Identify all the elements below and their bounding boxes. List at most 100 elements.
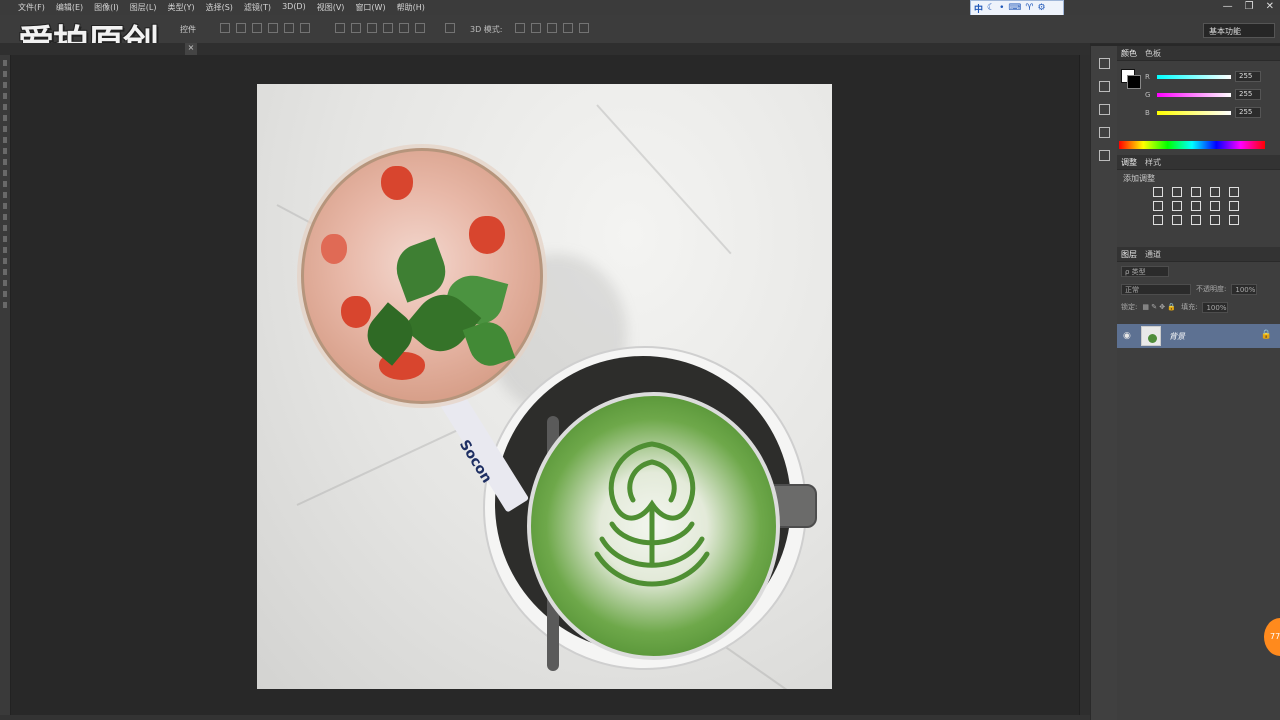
actions-panel-icon[interactable]	[1099, 81, 1110, 92]
eraser-tool-icon[interactable]	[3, 170, 7, 176]
quick-mask-icon[interactable]	[3, 302, 7, 308]
roll-3d-icon[interactable]	[531, 23, 541, 33]
fill-field[interactable]: 100%	[1202, 301, 1229, 313]
bg-color-icon[interactable]	[3, 291, 7, 297]
history-brush-icon[interactable]	[3, 159, 7, 165]
levels-icon[interactable]	[1172, 187, 1182, 197]
info-panel-icon[interactable]	[1099, 127, 1110, 138]
menu-filter[interactable]: 滤镜(T)	[244, 2, 271, 13]
blue-value-field[interactable]: 255	[1235, 107, 1261, 118]
moon-icon[interactable]: ☾	[987, 3, 995, 13]
threshold-icon[interactable]	[1191, 215, 1201, 225]
brush-tool-icon[interactable]	[3, 137, 7, 143]
menu-type[interactable]: 类型(Y)	[167, 2, 194, 13]
green-slider[interactable]	[1157, 93, 1231, 97]
distribute-left-icon[interactable]	[383, 23, 393, 33]
menu-edit[interactable]: 编辑(E)	[56, 2, 83, 13]
color-spectrum-bar[interactable]	[1119, 141, 1265, 149]
vibrance-icon[interactable]	[1229, 187, 1239, 197]
vertical-scrollbar[interactable]	[1079, 55, 1090, 720]
exposure-icon[interactable]	[1210, 187, 1220, 197]
tab-swatches[interactable]: 色板	[1145, 48, 1161, 59]
background-color-swatch[interactable]	[1127, 75, 1141, 89]
align-top-icon[interactable]	[220, 23, 230, 33]
scale-3d-icon[interactable]	[579, 23, 589, 33]
properties-panel-icon[interactable]	[1099, 104, 1110, 115]
type-tool-icon[interactable]	[3, 225, 7, 231]
red-slider[interactable]	[1157, 75, 1231, 79]
invert-icon[interactable]	[1153, 215, 1163, 225]
gradient-map-icon[interactable]	[1210, 215, 1220, 225]
auto-select-label[interactable]: 控件	[180, 24, 196, 35]
auto-align-icon[interactable]	[445, 23, 455, 33]
menu-image[interactable]: 图像(I)	[94, 2, 119, 13]
fg-color-icon[interactable]	[3, 280, 7, 286]
align-vcenter-icon[interactable]	[236, 23, 246, 33]
tab-channels[interactable]: 通道	[1145, 249, 1161, 260]
align-hcenter-icon[interactable]	[284, 23, 294, 33]
minimize-button[interactable]: —	[1223, 1, 1233, 12]
color-balance-icon[interactable]	[1172, 201, 1182, 211]
hand-tool-icon[interactable]	[3, 258, 7, 264]
tab-close-icon[interactable]: ×	[185, 43, 197, 55]
lasso-tool-icon[interactable]	[3, 82, 7, 88]
layer-filter-select[interactable]: ρ 类型	[1121, 265, 1169, 277]
stamp-tool-icon[interactable]	[3, 148, 7, 154]
restore-button[interactable]: ❐	[1245, 1, 1254, 12]
brightness-icon[interactable]	[1153, 187, 1163, 197]
close-button[interactable]: ✕	[1266, 1, 1274, 12]
visibility-eye-icon[interactable]: ◉	[1123, 331, 1131, 341]
dodge-tool-icon[interactable]	[3, 203, 7, 209]
blur-tool-icon[interactable]	[3, 192, 7, 198]
history-panel-icon[interactable]	[1099, 58, 1110, 69]
menu-help[interactable]: 帮助(H)	[397, 2, 425, 13]
green-value-field[interactable]: 255	[1235, 89, 1261, 100]
quick-select-tool-icon[interactable]	[3, 93, 7, 99]
distribute-vcenter-icon[interactable]	[351, 23, 361, 33]
zoom-tool-icon[interactable]	[3, 269, 7, 275]
ime-toolbar[interactable]: 中 ☾ • ⌨ ♈ ⚙	[970, 0, 1064, 16]
gear-icon[interactable]: ⚙	[1037, 3, 1045, 13]
slide-3d-icon[interactable]	[563, 23, 573, 33]
align-right-icon[interactable]	[300, 23, 310, 33]
layer-name[interactable]: 背景	[1169, 331, 1185, 342]
rotate-3d-icon[interactable]	[515, 23, 525, 33]
photo-filter-icon[interactable]	[1210, 201, 1220, 211]
tab-styles[interactable]: 样式	[1145, 157, 1161, 168]
selective-color-icon[interactable]	[1229, 215, 1239, 225]
distribute-right-icon[interactable]	[415, 23, 425, 33]
menu-view[interactable]: 视图(V)	[317, 2, 345, 13]
distribute-top-icon[interactable]	[335, 23, 345, 33]
align-left-icon[interactable]	[268, 23, 278, 33]
align-bottom-icon[interactable]	[252, 23, 262, 33]
distribute-bottom-icon[interactable]	[367, 23, 377, 33]
tab-layers[interactable]: 图层	[1121, 249, 1137, 260]
marquee-tool-icon[interactable]	[3, 71, 7, 77]
pen-tool-icon[interactable]	[3, 214, 7, 220]
menu-3d[interactable]: 3D(D)	[282, 2, 306, 13]
menu-layer[interactable]: 图层(L)	[130, 2, 157, 13]
ime-lang[interactable]: 中	[974, 2, 983, 15]
lock-icons[interactable]: ▦ ✎ ✥ 🔒	[1142, 303, 1176, 311]
tab-adjustments[interactable]: 调整	[1121, 157, 1137, 168]
path-select-icon[interactable]	[3, 236, 7, 242]
curves-icon[interactable]	[1191, 187, 1201, 197]
blend-mode-select[interactable]: 正常	[1121, 283, 1191, 295]
menu-file[interactable]: 文件(F)	[18, 2, 45, 13]
posterize-icon[interactable]	[1172, 215, 1182, 225]
tab-color[interactable]: 颜色	[1121, 48, 1137, 59]
shape-tool-icon[interactable]	[3, 247, 7, 253]
blue-slider[interactable]	[1157, 111, 1231, 115]
layer-row-background[interactable]: ◉ 背景 🔒	[1117, 324, 1280, 348]
move-tool-icon[interactable]	[3, 60, 7, 66]
drag-3d-icon[interactable]	[547, 23, 557, 33]
healing-tool-icon[interactable]	[3, 126, 7, 132]
menu-window[interactable]: 窗口(W)	[355, 2, 385, 13]
crop-tool-icon[interactable]	[3, 104, 7, 110]
shirt-icon[interactable]: ♈	[1025, 3, 1033, 13]
dot-icon[interactable]: •	[999, 3, 1004, 13]
distribute-hcenter-icon[interactable]	[399, 23, 409, 33]
menu-select[interactable]: 选择(S)	[206, 2, 233, 13]
workspace-selector[interactable]: 基本功能	[1203, 23, 1275, 38]
hue-saturation-icon[interactable]	[1153, 201, 1163, 211]
